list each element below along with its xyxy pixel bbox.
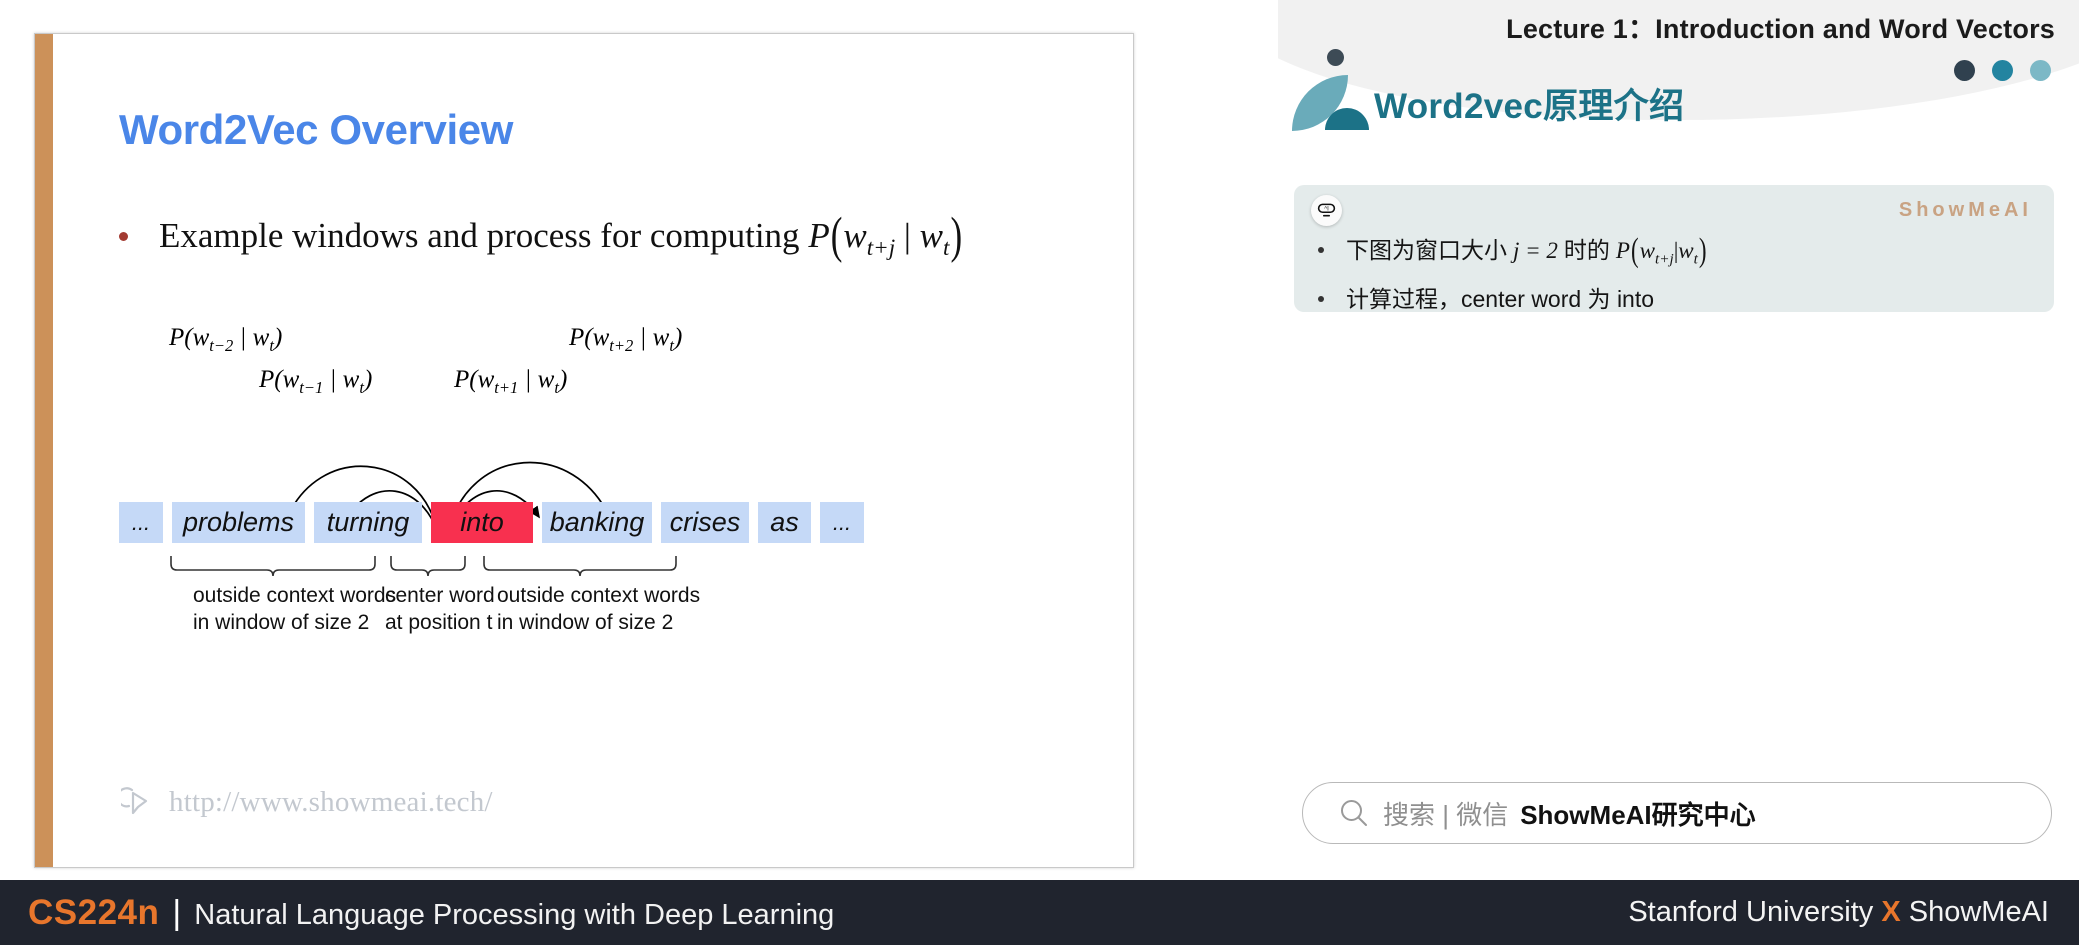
brace-label-line: outside context words	[497, 584, 701, 607]
bottom-bar: CS224n | Natural Language Processing wit…	[0, 880, 2079, 945]
brace-label-line: in window of size 2	[193, 611, 370, 635]
word-sequence: ... problems turning into banking crises…	[119, 502, 864, 543]
search-placeholder: 搜索 | 微信	[1383, 799, 1509, 830]
presentation-slide: Word2Vec Overview Example windows and pr…	[34, 33, 1134, 868]
dot-icon	[2030, 60, 2051, 81]
card-bullet-text: 计算过程，center word 为 into	[1346, 285, 1655, 312]
card-bullet-item: 下图为窗口大小 j = 2 时的 P(wt+j|wt)	[1314, 231, 2038, 269]
word-box[interactable]: problems	[172, 502, 305, 543]
slide-accent-bar	[35, 34, 53, 867]
panel-title: Word2vec原理介绍	[1374, 87, 1685, 126]
bullet-formula: P(wt+j | wt)	[808, 207, 963, 264]
word-box[interactable]: banking	[542, 502, 652, 543]
slide-bullet-text: Example windows and process for computin…	[159, 207, 963, 264]
brace-label-line: in window of size 2	[497, 611, 674, 635]
course-subtitle: Natural Language Processing with Deep Le…	[194, 898, 835, 931]
word-box[interactable]: crises	[661, 502, 749, 543]
bullet-dot-icon	[1318, 247, 1324, 253]
word-window-diagram: P(wt−2 | wt) P(wt−1 | wt) P(wt+1 | wt) P…	[119, 324, 1049, 694]
logo-small-dot-icon	[1327, 49, 1344, 66]
bottom-bar-right-suffix: ShowMeAI	[1900, 896, 2049, 928]
bottom-bar-x: X	[1881, 896, 1901, 928]
bullet-dot-icon	[1318, 295, 1324, 302]
ai-face-icon: ^I	[1317, 203, 1336, 217]
word-box[interactable]: ...	[820, 502, 864, 543]
dot-icon	[1954, 60, 1975, 81]
svg-text:^I: ^I	[1324, 206, 1329, 213]
decorative-dots	[1954, 60, 2051, 81]
arc-label-t-plus-2: P(wt+2 | wt)	[569, 324, 683, 355]
cursor-icon	[121, 787, 148, 815]
arc-label-t-plus-1: P(wt+1 | wt)	[454, 366, 568, 397]
word-box[interactable]: ...	[119, 502, 163, 543]
bullet-prefix: Example windows and process for computin…	[159, 216, 809, 255]
dot-icon	[1992, 60, 2013, 81]
slide-title: Word2Vec Overview	[119, 106, 513, 153]
info-card: ^I ShowMeAI 下图为窗口大小 j = 2 时的 P(wt+j|wt) 计算过…	[1294, 185, 2054, 312]
right-panel: Lecture 1：Introduction and Word Vectors …	[1278, 0, 2079, 880]
word-box[interactable]: as	[758, 502, 811, 543]
bottom-bar-separator: |	[172, 893, 182, 932]
showmeai-logo-icon	[1292, 49, 1369, 131]
card-bullet-list: 下图为窗口大小 j = 2 时的 P(wt+j|wt) 计算过程，center wor…	[1314, 231, 2038, 325]
search-bar[interactable]: 搜索 | 微信 ShowMeAI研究中心	[1302, 782, 2052, 844]
watermark: http://www.showmeai.tech/	[121, 785, 493, 819]
word-box[interactable]: turning	[314, 502, 422, 543]
bottom-bar-right: Stanford University X ShowMeAI	[1628, 896, 2049, 929]
brace-label-line: outside context words	[193, 584, 397, 607]
arc-label-t-minus-2: P(wt−2 | wt)	[169, 324, 283, 355]
bullet-dot-icon	[119, 232, 128, 241]
card-bullet-item: 计算过程，center word 为 into	[1314, 280, 2038, 314]
word-box-center-word[interactable]: into	[431, 502, 533, 543]
slide-bullet: Example windows and process for computin…	[119, 207, 1079, 264]
bottom-bar-left: CS224n | Natural Language Processing wit…	[28, 893, 834, 933]
brace-label-left-context: outside context words in window of size …	[193, 582, 396, 637]
card-bullet-text: 下图为窗口大小 j = 2 时的 P(wt+j|wt)	[1346, 232, 1707, 269]
arc-label-t-minus-1: P(wt−1 | wt)	[259, 366, 373, 397]
search-icon	[1341, 800, 1367, 826]
watermark-url: http://www.showmeai.tech/	[169, 785, 493, 818]
brand-label: ShowMeAI	[1898, 199, 2032, 221]
slide-stage: Word2Vec Overview Example windows and pr…	[0, 0, 1278, 880]
search-account-name: ShowMeAI研究中心	[1520, 799, 1756, 830]
lecture-title: Lecture 1：Introduction and Word Vectors	[1506, 14, 2055, 44]
bottom-bar-right-prefix: Stanford University	[1628, 896, 1882, 928]
course-code: CS224n	[28, 892, 160, 932]
brace-label-center-word: center word at position t	[385, 582, 495, 637]
brace-label-line: at position t	[385, 611, 493, 635]
brace-label-line: center word	[385, 584, 495, 607]
ai-badge-icon: ^I	[1311, 195, 1342, 226]
brace-label-right-context: outside context words in window of size …	[497, 582, 700, 637]
